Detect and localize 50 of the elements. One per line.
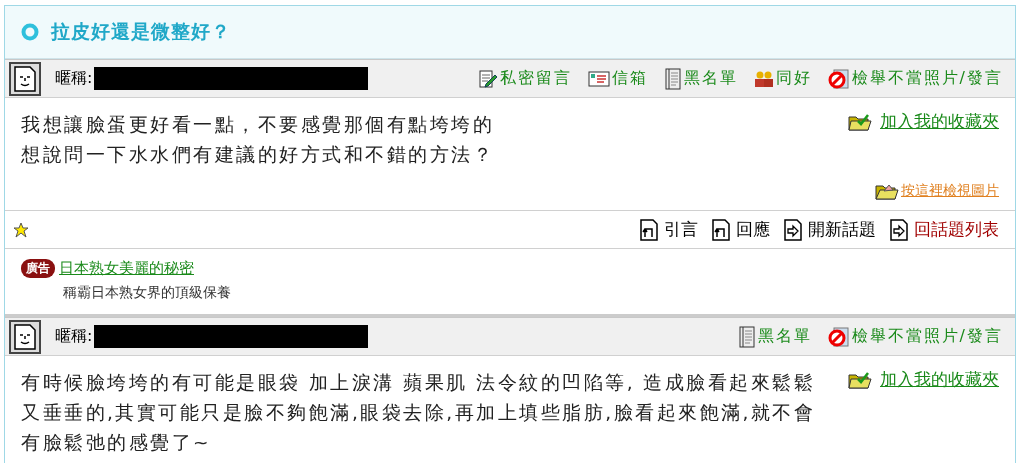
report-link[interactable]: 檢舉不當照片/發言 [827,325,1003,348]
document-arrow-icon [712,218,730,241]
action-link[interactable]: 私密留言 [477,68,572,89]
action-link[interactable]: 回話題列表 [890,218,999,241]
post-text: 我想讓臉蛋更好看一點，不要感覺那個有點垮垮的 想說問一下水水們有建議的好方式和不錯的方法？ [21,113,495,167]
notebook-icon [737,325,756,348]
prohibited-icon [827,325,850,348]
action-link[interactable]: 黑名單 [737,325,812,348]
link-label: 引言 [664,218,698,241]
card-icon [587,69,610,88]
document-right-arrow-icon [784,218,802,241]
avatar-icon [9,320,41,354]
ad-badge: 廣告 [21,259,55,278]
action-link[interactable]: 同好 [753,68,812,89]
circle-icon [21,23,39,41]
people-icon [753,69,774,88]
action-link[interactable]: 黑名單 [663,67,738,90]
link-label: 回話題列表 [914,218,999,241]
nickname-label: 暱稱: [55,68,93,89]
action-link[interactable]: 信箱 [587,68,648,89]
document-right-arrow-icon [890,218,908,241]
link-label: 私密留言 [499,68,572,89]
ad-description: 稱霸日本熟女界的頂級保養 [63,284,232,302]
folder-check-icon [848,370,872,389]
link-label: 同好 [775,68,812,89]
link-label: 按這裡檢視圖片 [901,182,999,200]
link-label: 開新話題 [808,218,876,241]
notebook-icon [663,67,682,90]
link-label: 黑名單 [757,326,812,347]
document-arrow-icon [640,218,658,241]
ad-link[interactable]: 日本熟女美麗的秘密 [59,259,194,278]
prohibited-icon [827,67,850,90]
avatar-icon [9,62,41,96]
view-photos-link[interactable]: 按這裡檢視圖片 [875,182,999,200]
link-label: 信箱 [611,68,648,89]
link-label: 檢舉不當照片/發言 [851,68,1003,89]
action-link[interactable]: 開新話題 [784,218,876,241]
topic-title: 拉皮好還是微整好？ [51,19,231,44]
nickname-label: 暱稱: [55,326,93,347]
link-label: 回應 [736,218,770,241]
link-label: 檢舉不當照片/發言 [851,326,1003,347]
post-text: 有時候臉垮垮的有可能是眼袋 加上淚溝 蘋果肌 法令紋的凹陷等, 造成臉看起來鬆鬆 又垂垂的,其實可能只是臉不夠飽滿,眼袋去除,再加上填些脂肪,臉看起來飽滿,就不會 有臉鬆弛的感覺了~ [21,371,817,455]
star-icon [13,221,29,238]
folder-check-icon [848,112,872,131]
action-link[interactable]: 引言 [640,218,698,241]
action-link[interactable]: 回應 [712,218,770,241]
folder-picture-icon [875,182,899,200]
link-label: 黑名單 [683,68,738,89]
note-pencil-icon [477,68,498,89]
report-link[interactable]: 檢舉不當照片/發言 [827,67,1003,90]
